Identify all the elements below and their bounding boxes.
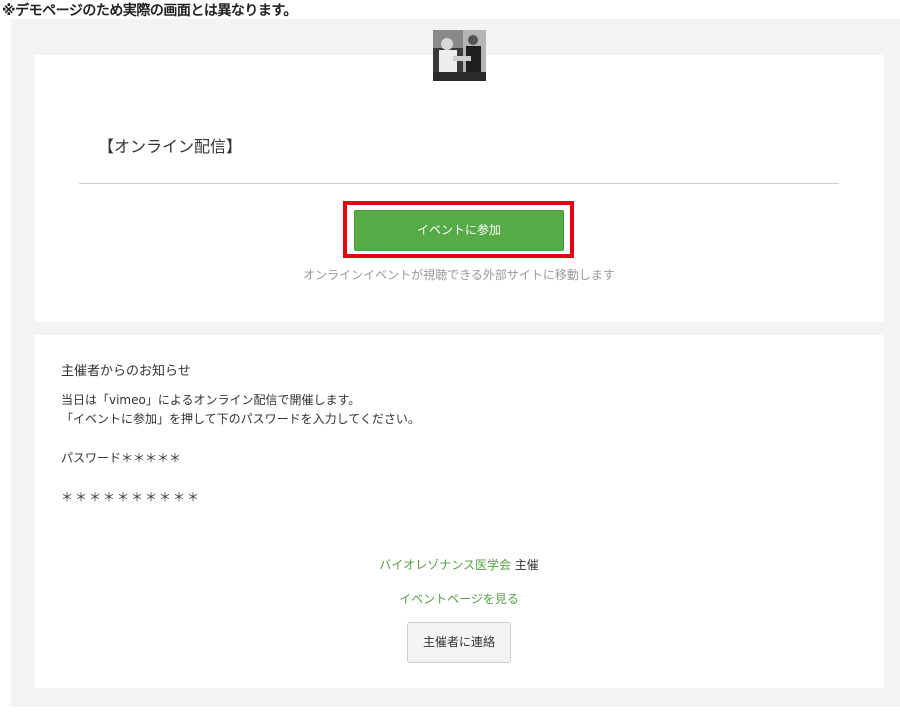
- join-note: オンラインイベントが視聴できる外部サイトに移動します: [303, 268, 615, 282]
- notice-line-vimeo: 当日は「vimeo」によるオンライン配信で開催します。: [61, 393, 361, 407]
- event-title: 【オンライン配信】: [98, 137, 243, 156]
- notice-heading: 主催者からのお知らせ: [61, 364, 191, 379]
- contact-organizer-button[interactable]: 主催者に連絡: [407, 622, 511, 663]
- demo-notice: ※デモページのため実際の画面とは異なります。: [2, 3, 297, 19]
- join-event-button[interactable]: イベントに参加: [354, 210, 564, 251]
- password-value: ＊＊＊＊＊＊＊＊＊＊: [61, 490, 202, 504]
- password-label: パスワード＊＊＊＊＊: [61, 451, 182, 465]
- divider: [79, 183, 839, 184]
- organizer-suffix: 主催: [510, 558, 539, 572]
- organizer-line: バイオレゾナンス医学会 主催: [0, 556, 900, 573]
- organizer-photo-icon: [433, 30, 486, 81]
- notice-line-instruction: 「イベントに参加」を押して下のパスワードを入力してください。: [61, 412, 420, 426]
- organizer-name-link[interactable]: バイオレゾナンス医学会: [379, 558, 511, 572]
- event-page-link[interactable]: イベントページを見る: [0, 590, 900, 607]
- organizer-photo-image: [433, 30, 486, 81]
